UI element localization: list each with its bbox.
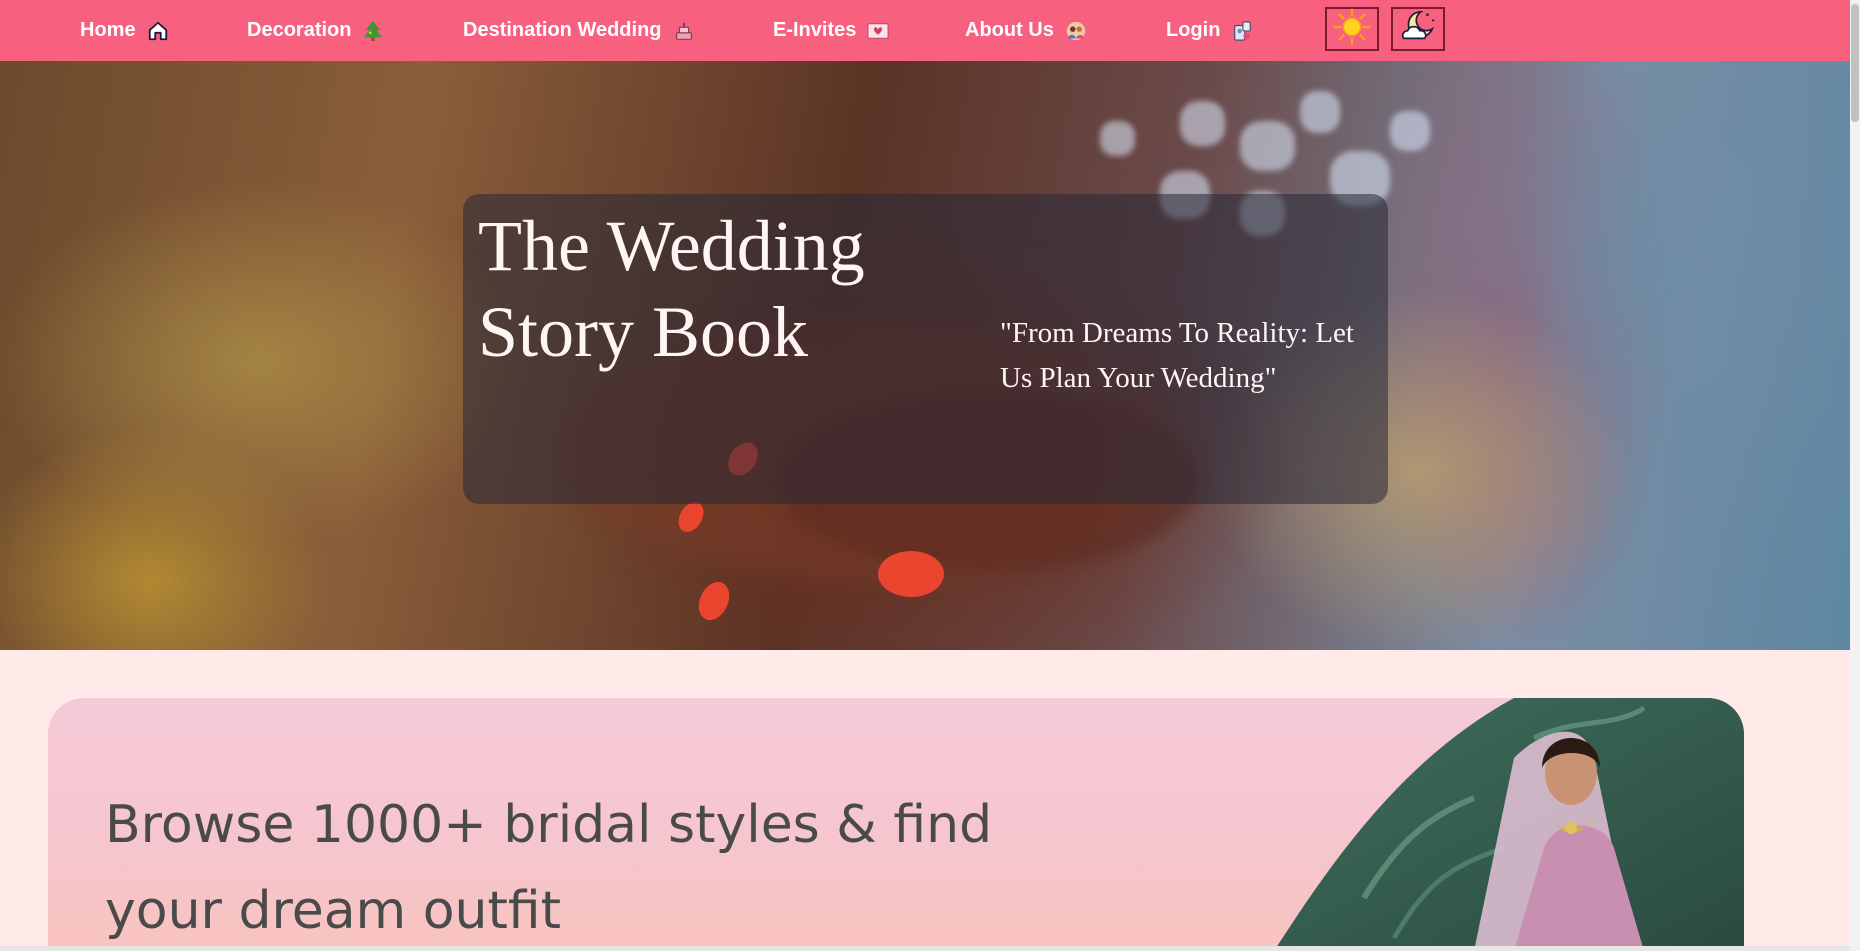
nav-about-us[interactable]: About Us (965, 0, 1088, 61)
banner-line1: Browse 1000+ bridal styles & find (105, 795, 993, 855)
nav-home[interactable]: Home (80, 0, 170, 61)
nav-login[interactable]: Login (1166, 0, 1254, 61)
christmas-tree-icon (361, 19, 385, 43)
bride-photo (1274, 698, 1744, 951)
nav-decoration[interactable]: Decoration (247, 0, 385, 61)
banner-heading: Browse 1000+ bridal styles & find your d… (105, 782, 1005, 951)
nav-decoration-label: Decoration (247, 19, 352, 41)
scrollbar-thumb[interactable] (1851, 4, 1859, 122)
nav-home-label: Home (80, 19, 136, 41)
dark-mode-button[interactable] (1391, 7, 1445, 51)
banner-line2: your dream outfit (105, 881, 562, 941)
bridal-styles-banner[interactable]: Browse 1000+ bridal styles & find your d… (48, 698, 1744, 951)
top-navbar: Home Decoration Destination Wedding E-In… (0, 0, 1850, 61)
home-icon (146, 19, 170, 43)
nav-destination-wedding[interactable]: Destination Wedding (463, 0, 696, 61)
login-icon (1230, 19, 1254, 43)
hero-section: The Wedding Story Book "From Dreams To R… (0, 61, 1850, 650)
sun-icon (1332, 8, 1372, 51)
love-letter-icon (866, 19, 890, 43)
horizontal-scrollbar[interactable] (0, 946, 1850, 951)
nav-about-us-label: About Us (965, 19, 1054, 41)
hero-title-line1: The Wedding (478, 206, 865, 286)
couple-icon (1064, 19, 1088, 43)
wedding-cake-icon (672, 19, 696, 43)
hero-title-line2: Story Book (478, 292, 809, 372)
moon-cloud-icon (1397, 8, 1439, 51)
light-mode-button[interactable] (1325, 7, 1379, 51)
nav-login-label: Login (1166, 19, 1221, 41)
nav-e-invites-label: E-Invites (773, 19, 857, 41)
hero-quote: "From Dreams To Reality: Let Us Plan You… (1000, 317, 1354, 394)
vertical-scrollbar[interactable] (1850, 0, 1860, 951)
nav-e-invites[interactable]: E-Invites (773, 0, 890, 61)
nav-destination-wedding-label: Destination Wedding (463, 19, 662, 41)
hero-title: The Wedding Story Book (478, 203, 948, 375)
